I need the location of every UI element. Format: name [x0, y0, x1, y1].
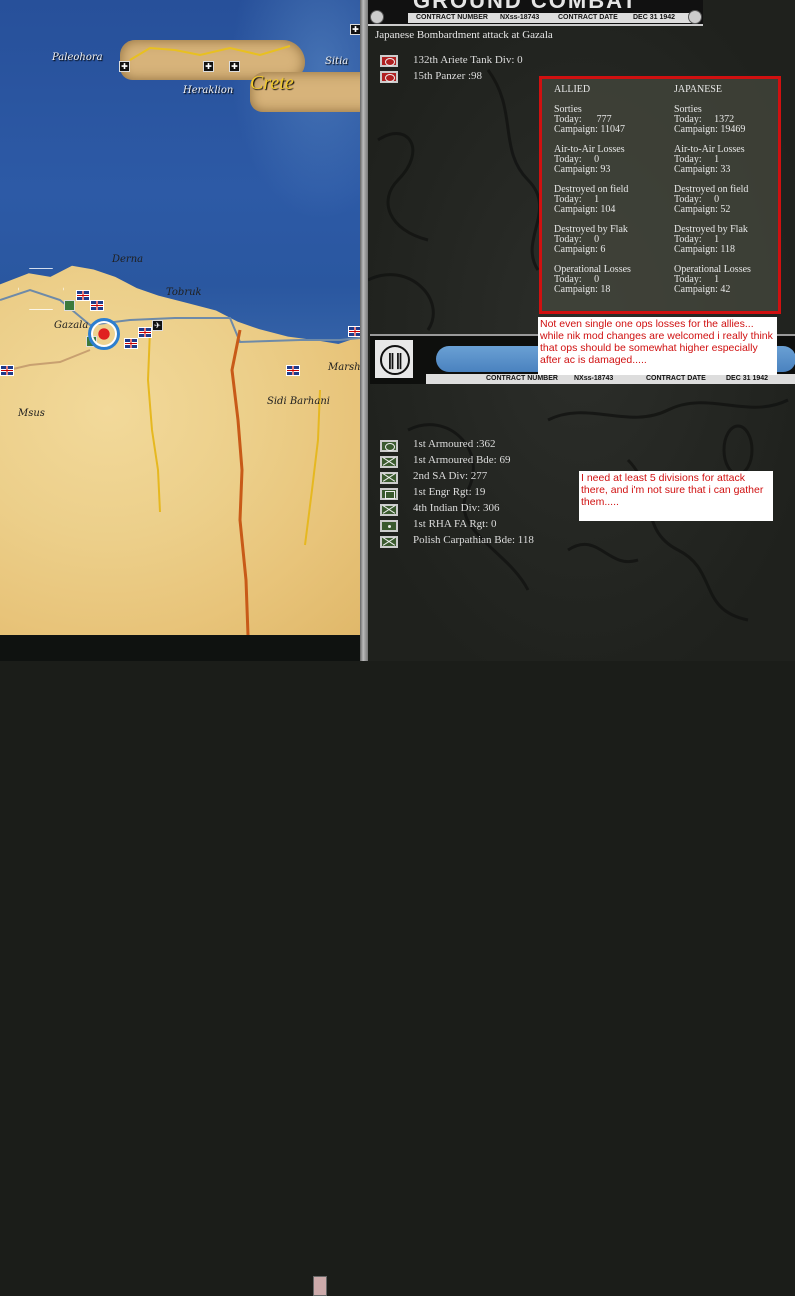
- defender-unit[interactable]: 1st Armoured :362: [413, 438, 496, 450]
- air-losses-summary: ALLIED Sorties Today: 777 Campaign: 1104…: [539, 76, 781, 314]
- japanese-sorties: Sorties Today: 1372 Campaign: 19469: [674, 104, 746, 135]
- unit-insignia-icon: ‖‖: [375, 340, 413, 378]
- japanese-air-to-air: Air-to-Air Losses Today: 1 Campaign: 33: [674, 144, 745, 175]
- panel-divider[interactable]: [360, 0, 368, 661]
- green-armor-icon: [380, 440, 398, 452]
- contract-strip: CONTRACT NUMBER NXss-18743 CONTRACT DATE…: [408, 13, 698, 23]
- green-infantry-icon: [380, 472, 398, 484]
- map-label-crete: Crete: [250, 72, 360, 112]
- track-2: [304, 389, 321, 546]
- red-armor-icon: [380, 71, 398, 83]
- axis-unit-icon[interactable]: ✈: [152, 320, 163, 331]
- allied-flag-icon[interactable]: [76, 290, 90, 301]
- annotation-comment-1: Not even single one ops losses for the a…: [538, 317, 777, 375]
- map-label-paleohora: Paleohora: [52, 52, 103, 63]
- map-label-sitia: Sitia: [325, 56, 349, 67]
- crete-road: [129, 45, 291, 61]
- allied-flag-icon[interactable]: [90, 300, 104, 311]
- allied-flag-icon[interactable]: [286, 365, 300, 376]
- allied-flag-icon[interactable]: [348, 326, 360, 337]
- allied-flag-icon[interactable]: [124, 338, 138, 349]
- attacker-unit[interactable]: 132th Ariete Tank Div: 0: [413, 54, 523, 66]
- allied-column: ALLIED Sorties Today: 777 Campaign: 1104…: [554, 85, 664, 305]
- green-engineer-icon: [380, 488, 398, 500]
- axis-base-icon[interactable]: ✚: [119, 61, 130, 72]
- map-label-sidi-barhani: Sidi Barhani: [267, 396, 330, 407]
- scroll-up-button[interactable]: [313, 1276, 327, 1296]
- theater-map[interactable]: Paleohora Heraklion Crete Sitia Derna To…: [0, 0, 360, 635]
- rivet-icon: [370, 10, 384, 24]
- combat-header-banner: GROUND COMBAT CONTRACT NUMBER NXss-18743…: [368, 0, 703, 26]
- allied-destroyed-by-flak: Destroyed by Flak Today: 0 Campaign: 6: [554, 224, 628, 255]
- allied-sorties: Sorties Today: 777 Campaign: 11047: [554, 104, 626, 135]
- rivet-icon: [688, 10, 702, 24]
- green-infantry-icon: [380, 456, 398, 468]
- defender-unit[interactable]: 1st RHA FA Rgt: 0: [413, 518, 497, 530]
- target-reticle-icon[interactable]: [88, 318, 120, 350]
- map-label-tobruk: Tobruk: [166, 287, 202, 298]
- green-artillery-icon: [380, 520, 398, 532]
- allied-operational-losses: Operational Losses Today: 0 Campaign: 18: [554, 264, 631, 295]
- map-label-heraklion: Heraklion: [183, 85, 234, 96]
- contract-number-label: CONTRACT NUMBER: [416, 14, 488, 21]
- map-label-derna: Derna: [112, 254, 144, 265]
- map-label-marsh: Marsh: [328, 362, 360, 373]
- contract-number: NXss-18743: [500, 14, 540, 21]
- defender-unit[interactable]: 1st Armoured Bde: 69: [413, 454, 510, 466]
- contract-date: DEC 31 1942: [633, 14, 676, 21]
- allied-flag-icon[interactable]: [138, 327, 152, 338]
- contract-strip-2: CONTRACT NUMBER NXss-18743 CONTRACT DATE…: [426, 374, 795, 384]
- defender-unit[interactable]: 4th Indian Div: 306: [413, 502, 499, 514]
- japanese-header: JAPANESE: [674, 84, 722, 95]
- defender-unit[interactable]: Polish Carpathian Bde: 118: [413, 534, 534, 546]
- japanese-destroyed-on-field: Destroyed on field Today: 0 Campaign: 52: [674, 184, 749, 215]
- combat-title: Japanese Bombardment attack at Gazala: [375, 29, 553, 41]
- map-label-msus: Msus: [18, 408, 45, 419]
- allied-flag-icon[interactable]: [0, 365, 14, 376]
- green-infantry-icon: [380, 536, 398, 548]
- track-1: [146, 329, 161, 513]
- contract-date-label: CONTRACT DATE: [558, 14, 618, 21]
- allied-unit-icon[interactable]: [64, 300, 75, 311]
- banner-title: GROUND COMBAT: [413, 0, 638, 13]
- annotation-comment-2: I need at least 5 divisions for attack t…: [579, 471, 773, 521]
- axis-base-icon[interactable]: ✚: [229, 61, 240, 72]
- map-status-bar: [0, 635, 360, 1296]
- red-armor-icon: [380, 55, 398, 67]
- green-infantry-icon: [380, 504, 398, 516]
- allied-air-to-air: Air-to-Air Losses Today: 0 Campaign: 93: [554, 144, 625, 175]
- japanese-column: JAPANESE Sorties Today: 1372 Campaign: 1…: [674, 85, 784, 305]
- allied-destroyed-on-field: Destroyed on field Today: 1 Campaign: 10…: [554, 184, 629, 215]
- japanese-operational-losses: Operational Losses Today: 1 Campaign: 42: [674, 264, 751, 295]
- japanese-destroyed-by-flak: Destroyed by Flak Today: 1 Campaign: 118: [674, 224, 748, 255]
- front-line: [230, 329, 250, 635]
- map-label-gazala: Gazala: [54, 320, 89, 331]
- defender-unit[interactable]: 2nd SA Div: 277: [413, 470, 487, 482]
- axis-base-icon[interactable]: ✚: [203, 61, 214, 72]
- axis-base-icon[interactable]: ✚: [350, 24, 360, 35]
- allied-header: ALLIED: [554, 84, 591, 95]
- attacker-unit[interactable]: 15th Panzer :98: [413, 70, 482, 82]
- defender-unit[interactable]: 1st Engr Rgt: 19: [413, 486, 485, 498]
